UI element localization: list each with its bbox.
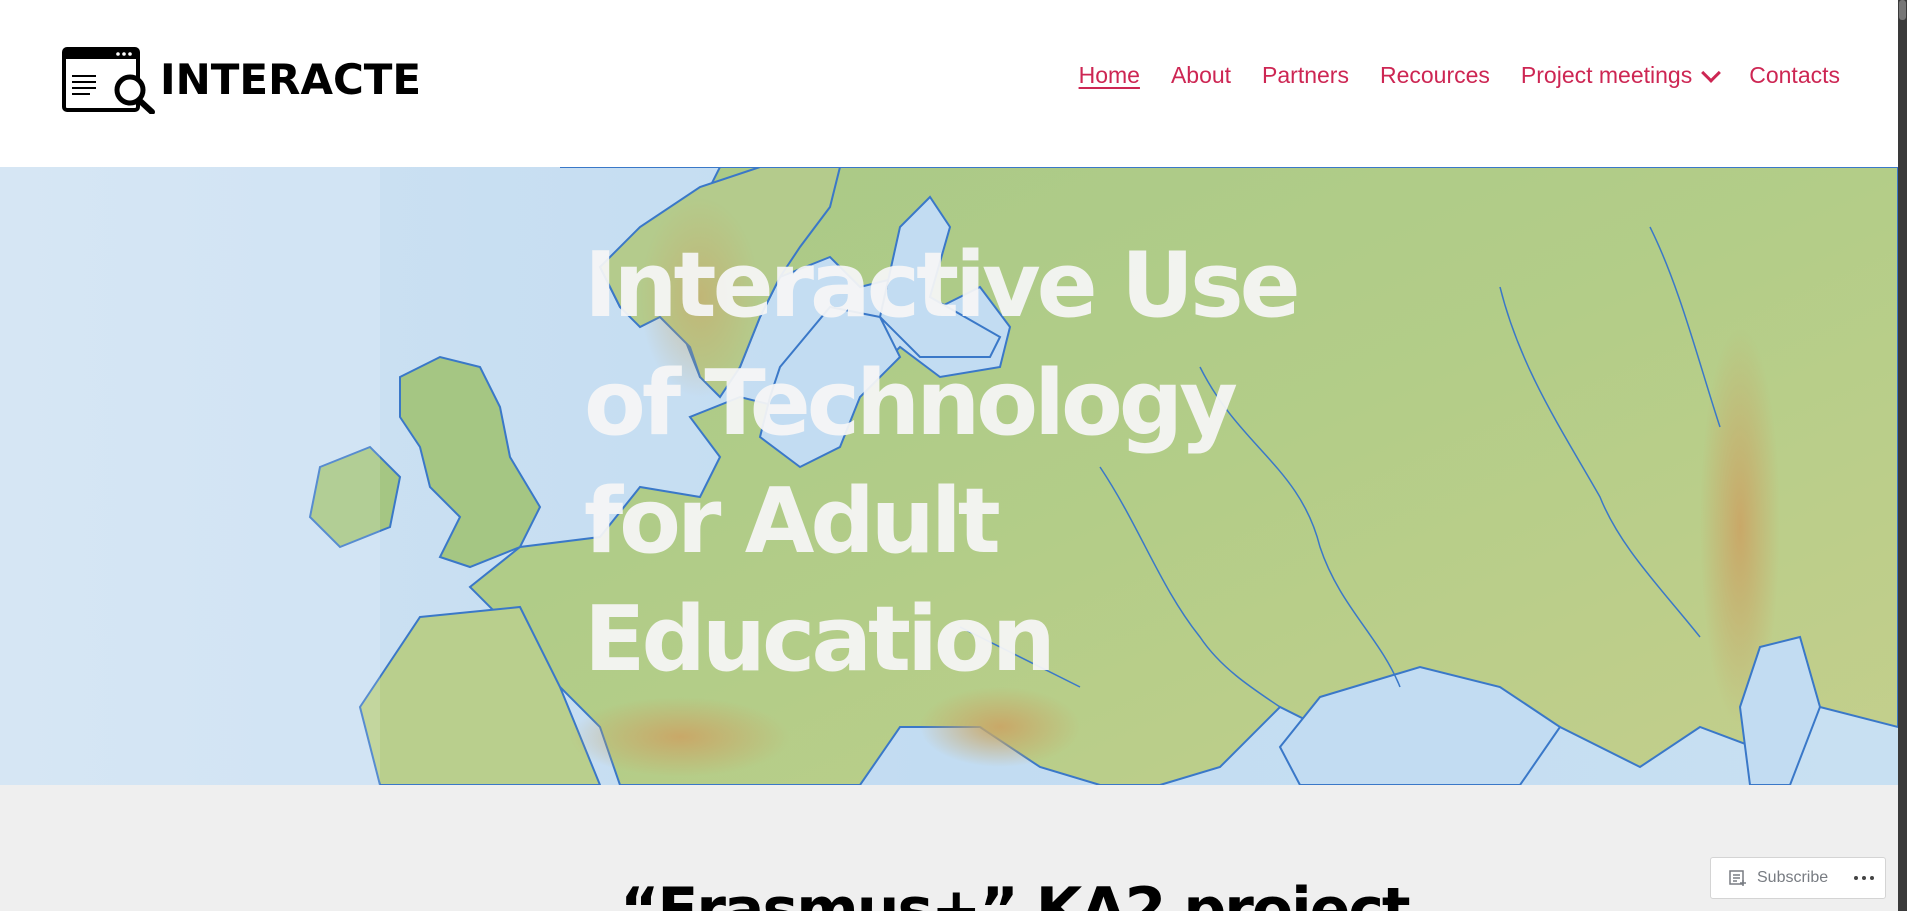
site-logo-text: INTERACTE [160,55,422,104]
subscribe-button[interactable]: Subscribe [1729,869,1828,887]
browser-search-icon [62,47,155,114]
nav-item-about[interactable]: About [1171,62,1231,89]
scrollbar-thumb[interactable] [1899,0,1906,20]
nav-item-project-meetings[interactable]: Project meetings [1520,62,1722,89]
hero-title: Interactive Use of Technology for Adult … [584,233,1301,692]
site-header: INTERACTE Home About Partners Recources … [0,0,1898,167]
hero-banner: Interactive Use of Technology for Adult … [0,167,1898,785]
dot [1854,876,1859,880]
nav-item-home[interactable]: Home [1079,62,1140,89]
chevron-down-icon[interactable] [1701,62,1722,83]
dot [1862,876,1867,880]
nav-item-label: Recources [1379,62,1490,88]
nav-item-label: Project meetings [1520,62,1693,88]
subscribe-bar: Subscribe [1710,857,1886,899]
nav-item-label: About [1170,62,1232,88]
dot [1870,876,1875,880]
page: Interactive Use of Technology for Adult … [0,0,1907,911]
nav-item-label: Home [1078,62,1140,88]
site-logo[interactable]: INTERACTE [62,46,421,114]
content-heading: “Erasmus+” KA2 project [620,875,1411,911]
nav-item-partners[interactable]: Partners [1262,62,1349,89]
nav-item-label: Partners [1262,62,1349,88]
nav-item-contacts[interactable]: Contacts [1749,62,1840,89]
subscribe-label: Subscribe [1757,869,1829,886]
nav-item-label: Contacts [1749,62,1840,88]
subscribe-icon [1729,870,1746,886]
nav-item-recources[interactable]: Recources [1380,62,1490,89]
more-dots-icon[interactable] [1852,872,1876,884]
main-navigation: Home About Partners Recources Project me… [1048,62,1840,89]
page-scrollbar[interactable] [1898,0,1907,911]
